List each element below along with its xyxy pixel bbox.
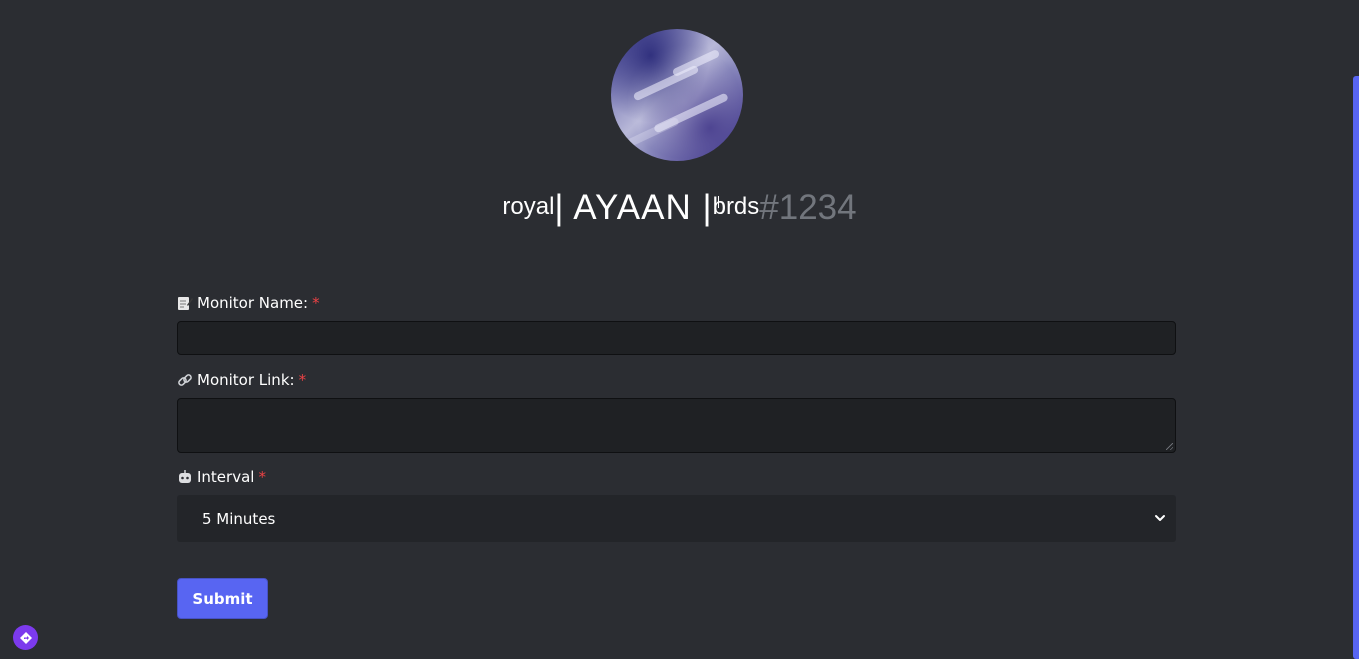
scrollbar-thumb[interactable] [1353, 76, 1359, 659]
link-icon [177, 372, 193, 388]
avatar [611, 29, 743, 161]
monitor-name-input[interactable] [177, 321, 1176, 355]
interval-label: Interval * [177, 468, 266, 486]
memo-icon [177, 295, 193, 311]
scrollbar-track[interactable] [1351, 0, 1359, 659]
monitor-page: royal| AYAAN |brds#1234 Monitor Name: * … [0, 0, 1359, 659]
required-mark: * [312, 294, 320, 312]
resize-grip-icon[interactable] [1166, 443, 1173, 450]
chevron-down-icon [1155, 515, 1165, 521]
username-main: | AYAAN | [554, 188, 713, 227]
monitor-name-label: Monitor Name: * [177, 294, 320, 312]
assistant-launcher-button[interactable] [13, 625, 38, 650]
monitor-name-label-text: Monitor Name: [197, 294, 309, 312]
required-mark: * [258, 468, 266, 486]
interval-selected-value: 5 Minutes [202, 509, 276, 528]
monitor-link-label-text: Monitor Link: [197, 371, 295, 389]
robot-icon [177, 469, 193, 485]
username-prefix: royal [502, 193, 555, 220]
diamond-arrow-icon [19, 631, 32, 644]
monitor-link-textarea[interactable] [177, 398, 1176, 453]
required-mark: * [298, 371, 307, 389]
submit-button[interactable]: Submit [177, 578, 268, 619]
username-heading: royal| AYAAN |brds#1234 [0, 188, 1359, 228]
username-suffix: brds [712, 193, 760, 220]
text-cursor-icon [718, 196, 719, 208]
discriminator: #1234 [759, 188, 857, 227]
interval-label-text: Interval [197, 468, 255, 486]
monitor-link-label: Monitor Link: * [177, 371, 306, 389]
interval-select[interactable]: 5 Minutes [177, 495, 1176, 542]
